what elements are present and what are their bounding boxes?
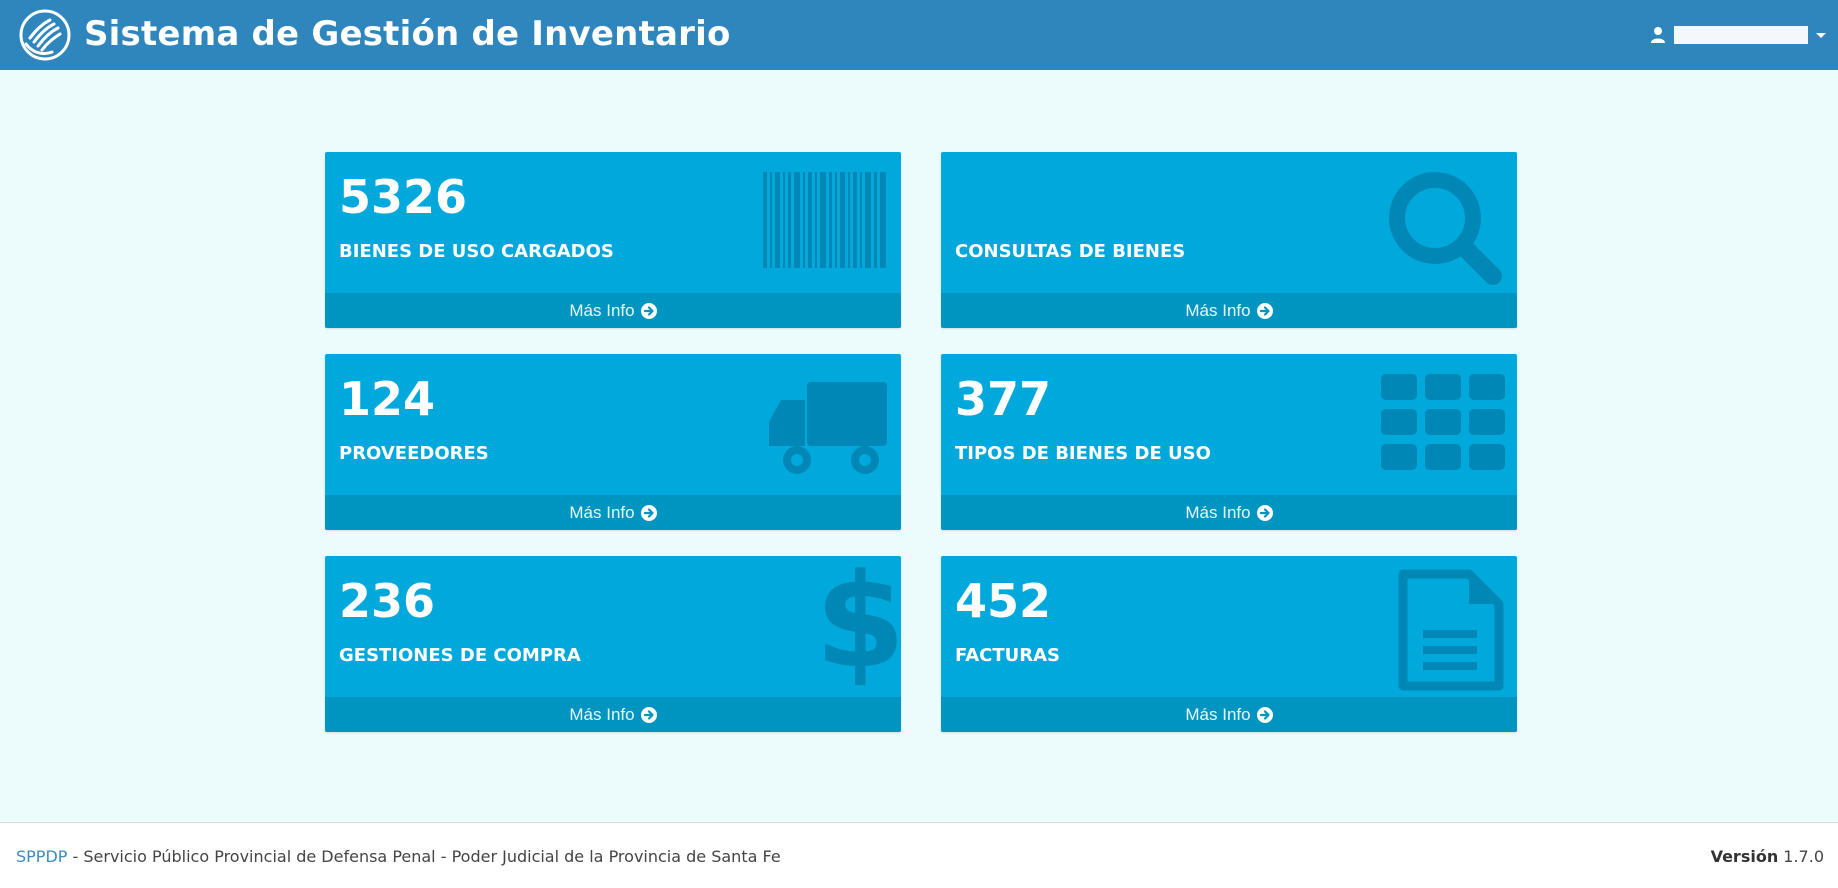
version-info: Versión 1.7.0 <box>1711 847 1824 866</box>
mas-info-link[interactable]: Más Info <box>325 495 901 530</box>
arrow-circle-right-icon <box>640 302 657 319</box>
mas-info-label: Más Info <box>1185 502 1251 522</box>
sppdp-link[interactable]: SPPDP <box>16 847 67 866</box>
card-facturas: 452 FACTURAS Más Info <box>941 556 1517 732</box>
card-label: TIPOS DE BIENES DE USO <box>955 443 1211 464</box>
card-label: FACTURAS <box>955 645 1061 666</box>
arrow-circle-right-icon <box>640 706 657 723</box>
version-label: Versión <box>1710 847 1779 866</box>
mas-info-link[interactable]: Más Info <box>941 495 1517 530</box>
user-name[interactable] <box>1674 26 1808 44</box>
version-value: 1.7.0 <box>1778 847 1824 866</box>
arrow-circle-right-icon <box>1256 504 1273 521</box>
page-footer: SPPDP - Servicio Público Provincial de D… <box>0 822 1838 888</box>
mas-info-label: Más Info <box>1185 300 1251 320</box>
mas-info-label: Más Info <box>1185 704 1251 724</box>
arrow-circle-right-icon <box>1256 302 1273 319</box>
card-value: 5326 <box>339 170 468 224</box>
card-consultas-de-bienes: CONSULTAS DE BIENES Más Info <box>941 152 1517 328</box>
card-label: PROVEEDORES <box>339 443 489 464</box>
mas-info-label: Más Info <box>569 704 635 724</box>
mas-info-link[interactable]: Más Info <box>325 697 901 732</box>
card-value: 377 <box>955 372 1052 426</box>
app-title: Sistema de Gestión de Inventario <box>84 14 731 54</box>
top-navbar: Sistema de Gestión de Inventario <box>0 0 1838 70</box>
grid-icon <box>1381 374 1505 470</box>
search-icon <box>1389 172 1502 285</box>
mas-info-link[interactable]: Más Info <box>941 293 1517 328</box>
card-value: 124 <box>339 372 436 426</box>
card-label: BIENES DE USO CARGADOS <box>339 241 614 262</box>
card-value: 236 <box>339 574 436 628</box>
mas-info-link[interactable]: Más Info <box>941 697 1517 732</box>
card-tipos-de-bienes: 377 TIPOS DE BIENES DE USO Más Info <box>941 354 1517 530</box>
card-label: GESTIONES DE COMPRA <box>339 645 581 666</box>
card-bienes-de-uso: 5326 BIENES DE USO CARGADOS Más Info <box>325 152 901 328</box>
dollar-icon: $ <box>815 556 901 697</box>
user-icon <box>1651 27 1665 43</box>
mas-info-link[interactable]: Más Info <box>325 293 901 328</box>
chevron-down-icon <box>1816 32 1826 38</box>
hands-logo-icon <box>19 9 71 61</box>
document-icon <box>1398 569 1504 691</box>
user-menu-dropdown[interactable] <box>1650 22 1826 48</box>
org-description: - Servicio Público Provincial de Defensa… <box>67 847 781 866</box>
card-proveedores: 124 PROVEEDORES Más Info <box>325 354 901 530</box>
mas-info-label: Más Info <box>569 502 635 522</box>
arrow-circle-right-icon <box>1256 706 1273 723</box>
truck-icon <box>769 382 887 474</box>
footer-credits: SPPDP - Servicio Público Provincial de D… <box>16 847 781 866</box>
mas-info-label: Más Info <box>569 300 635 320</box>
card-value: 452 <box>955 574 1052 628</box>
card-label: CONSULTAS DE BIENES <box>955 241 1186 262</box>
barcode-icon <box>763 172 886 268</box>
card-gestiones-de-compra: 236 GESTIONES DE COMPRA $ Más Info <box>325 556 901 732</box>
arrow-circle-right-icon <box>640 504 657 521</box>
